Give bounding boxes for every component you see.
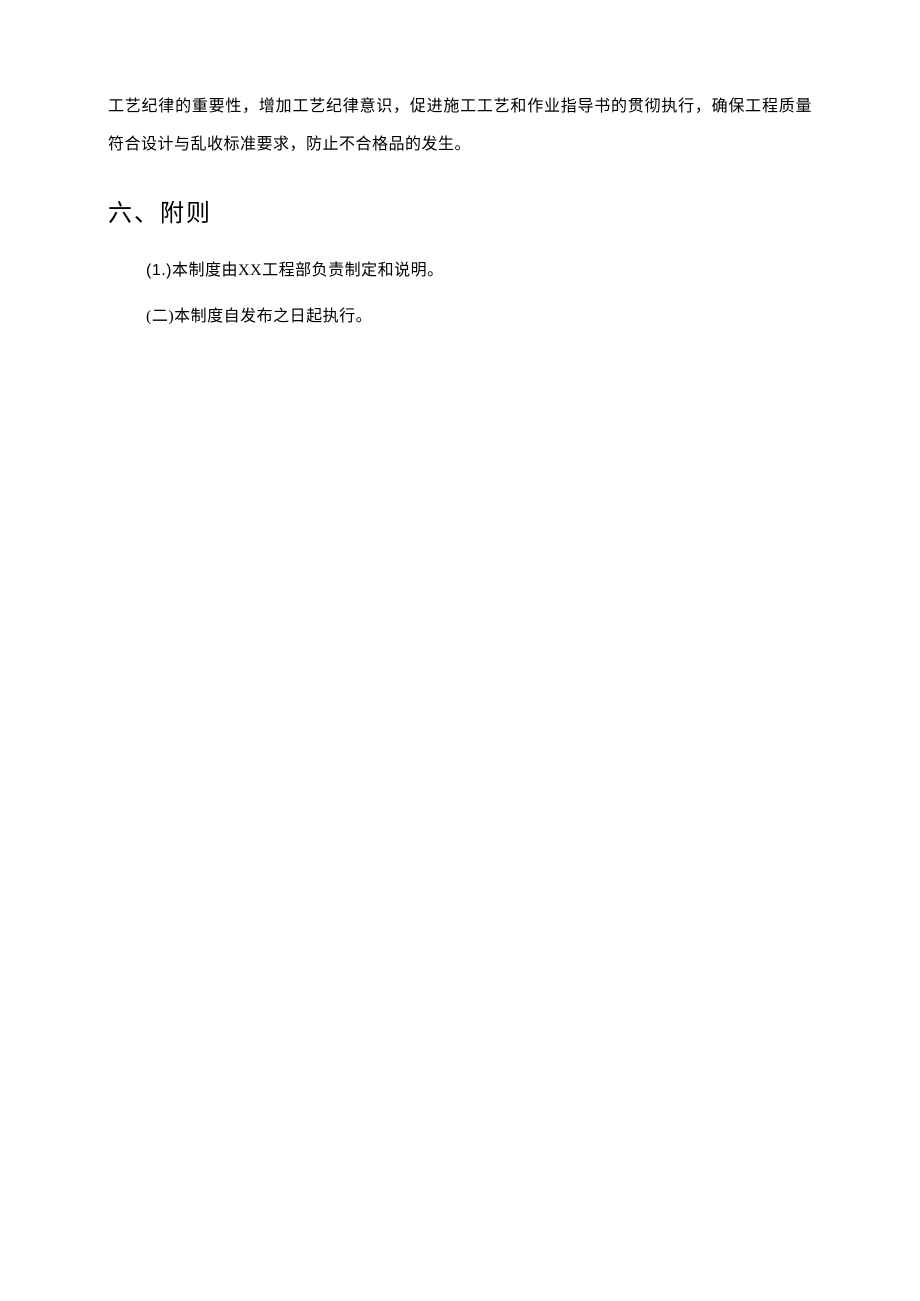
body-paragraph: 工艺纪律的重要性，增加工艺纪律意识，促进施工工艺和作业指导书的贯彻执行，确保工程… [108, 88, 812, 165]
item-content: 本制度自发布之日起执行。 [174, 308, 372, 325]
list-item: (二)本制度自发布之日起执行。 [108, 298, 812, 336]
section-heading: 六、附则 [108, 193, 812, 228]
item-marker: (1.) [146, 262, 172, 279]
list-item: (1.)本制度由XX工程部负责制定和说明。 [108, 252, 812, 290]
item-content: 本制度由XX工程部负责制定和说明。 [172, 262, 444, 279]
item-marker: (二) [146, 308, 174, 325]
